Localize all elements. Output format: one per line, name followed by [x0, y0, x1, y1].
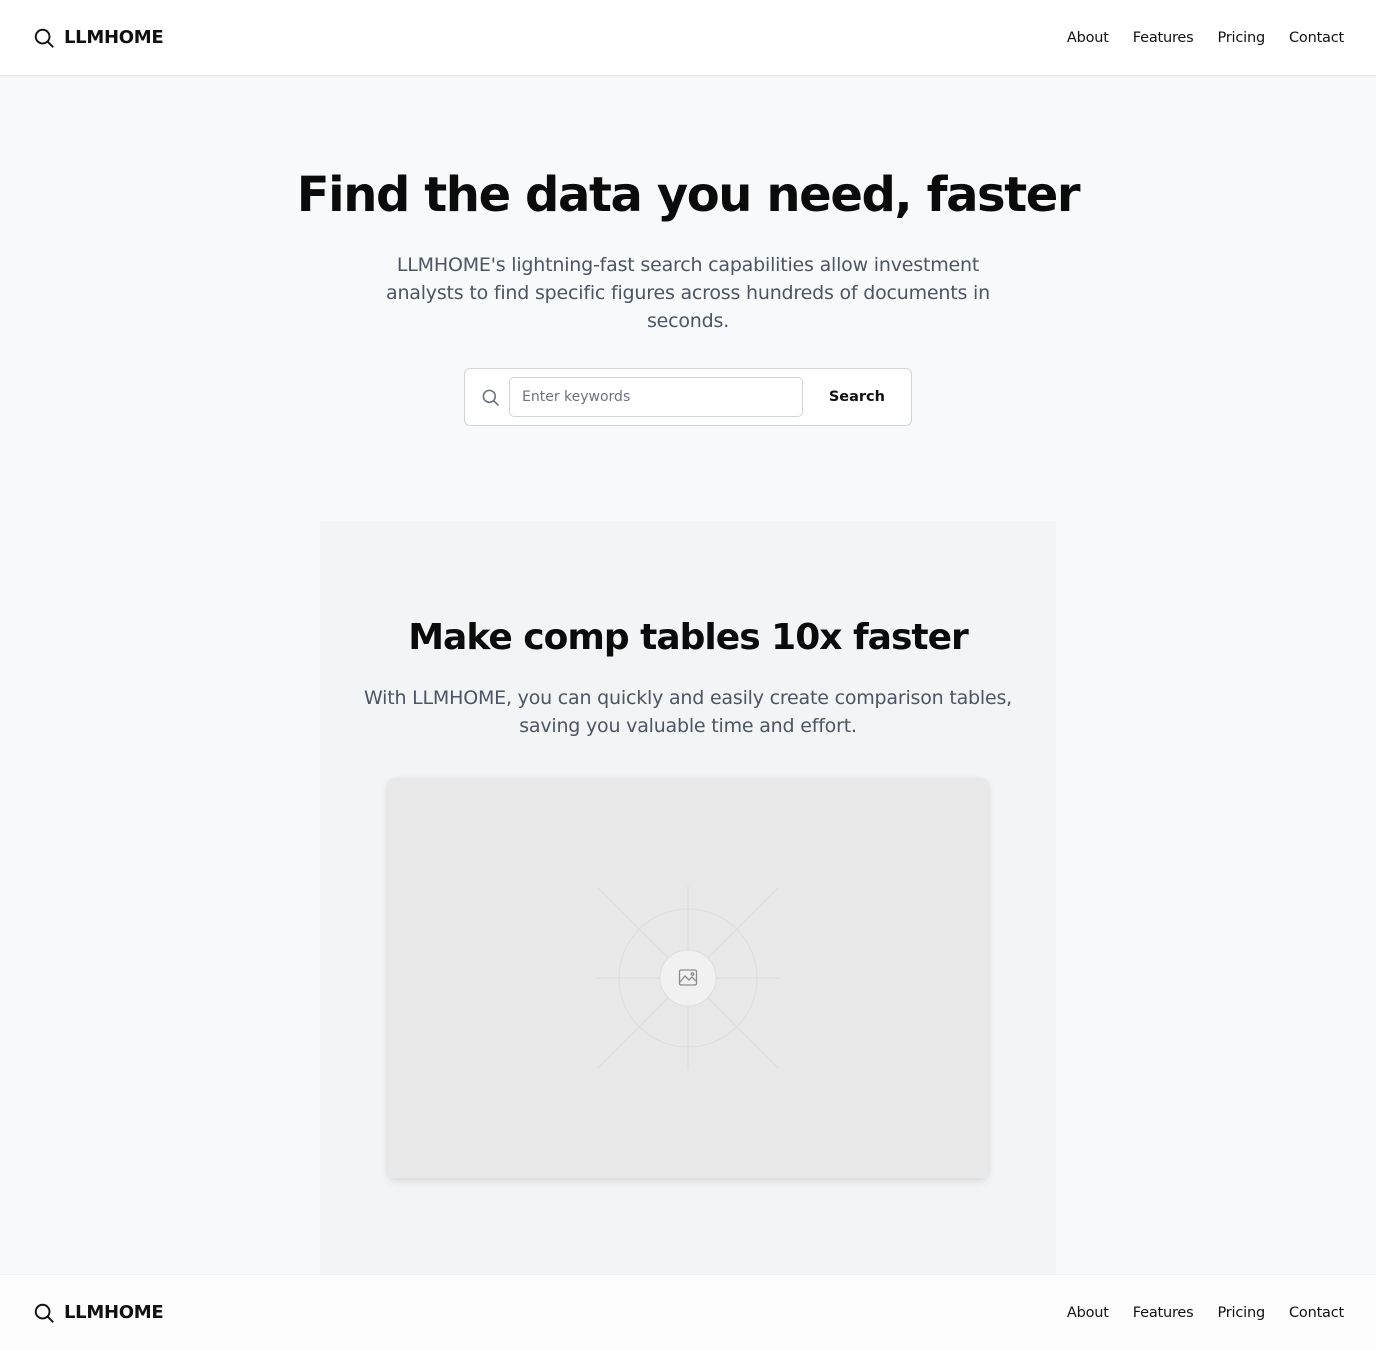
- hero-title: Find the data you need, faster: [296, 167, 1081, 223]
- feature-section: Make comp tables 10x faster With LLMHOME…: [320, 521, 1056, 1274]
- hero-section: Find the data you need, faster LLMHOME's…: [0, 76, 1376, 426]
- nav-link-features[interactable]: Features: [1133, 30, 1194, 46]
- search-input[interactable]: [509, 377, 803, 417]
- nav-link-contact[interactable]: Contact: [1289, 30, 1344, 46]
- search-button[interactable]: Search: [811, 377, 903, 417]
- nav-link-pricing[interactable]: Pricing: [1218, 30, 1266, 46]
- nav-link-about[interactable]: About: [1067, 30, 1109, 46]
- main-nav: About Features Pricing Contact: [1067, 30, 1344, 46]
- feature-image-placeholder: [388, 778, 988, 1178]
- footer-nav-link-contact[interactable]: Contact: [1289, 1305, 1344, 1321]
- footer-nav-link-features[interactable]: Features: [1133, 1305, 1194, 1321]
- brand-logo-link[interactable]: LLMHOME: [33, 27, 164, 49]
- search-icon: [33, 27, 55, 49]
- footer-brand-logo-link[interactable]: LLMHOME: [33, 1302, 164, 1324]
- search-icon: [33, 1302, 55, 1324]
- search-form: Search: [464, 368, 912, 426]
- footer-navbar: LLMHOME About Features Pricing Contact: [0, 1274, 1376, 1350]
- footer-nav-link-pricing[interactable]: Pricing: [1218, 1305, 1266, 1321]
- brand-name: LLMHOME: [64, 27, 164, 48]
- footer-nav: About Features Pricing Contact: [1067, 1305, 1344, 1321]
- footer-nav-link-about[interactable]: About: [1067, 1305, 1109, 1321]
- image-placeholder-graphic: [596, 886, 780, 1070]
- feature-title: Make comp tables 10x faster: [408, 617, 969, 658]
- top-navbar: LLMHOME About Features Pricing Contact: [0, 0, 1376, 76]
- search-icon: [481, 388, 500, 407]
- footer-brand-name: LLMHOME: [64, 1302, 164, 1323]
- hero-subtitle: LLMHOME's lightning-fast search capabili…: [386, 254, 990, 332]
- feature-subtitle: With LLMHOME, you can quickly and easily…: [363, 687, 1013, 737]
